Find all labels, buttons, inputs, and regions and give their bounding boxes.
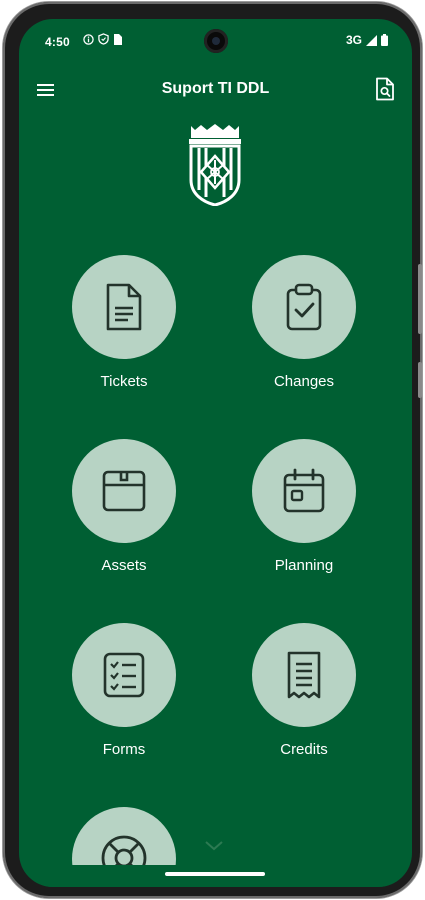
front-camera (204, 29, 228, 53)
app-screen: 4:50 3G Suport TI DDL Tickets Changes As… (19, 19, 412, 887)
tile-label: Planning (274, 557, 334, 574)
app-bar: Suport TI DDL (19, 71, 412, 111)
home-indicator[interactable] (165, 872, 265, 876)
tickets-tile[interactable]: Tickets (64, 255, 184, 390)
chevron-down-icon[interactable] (203, 839, 225, 853)
tickets-circle[interactable] (72, 255, 176, 359)
clipboard-check-icon (286, 283, 322, 331)
tile-label: Changes (273, 373, 335, 390)
assets-tile[interactable]: Assets (64, 439, 184, 574)
shield-icon (98, 33, 109, 45)
search-document-button[interactable] (370, 73, 400, 105)
calendar-icon (283, 468, 325, 513)
phone-frame: 4:50 3G Suport TI DDL Tickets Changes As… (3, 2, 422, 898)
checklist-icon (103, 652, 145, 698)
power-button (418, 362, 422, 398)
planning-tile[interactable]: Planning (244, 439, 364, 574)
tile-label: Credits (280, 741, 328, 758)
tile-label: Tickets (100, 373, 148, 390)
changes-tile[interactable]: Changes (244, 255, 364, 390)
status-bar: 4:50 3G (19, 19, 412, 63)
status-icons-left (83, 33, 122, 45)
assets-circle[interactable] (72, 439, 176, 543)
document-search-icon (376, 77, 394, 101)
changes-circle[interactable] (252, 255, 356, 359)
credits-circle[interactable] (252, 623, 356, 727)
status-time: 4:50 (45, 35, 70, 49)
coat-of-arms-logo (189, 124, 241, 206)
signal-icon (366, 34, 377, 46)
battery-icon (381, 34, 388, 46)
tile-label: Assets (101, 557, 147, 574)
info-circle-icon (83, 33, 94, 45)
sim-card-icon (114, 33, 122, 45)
receipt-icon (287, 651, 321, 699)
volume-button (418, 264, 422, 334)
network-type: 3G (345, 33, 362, 47)
document-icon (106, 283, 142, 331)
gesture-area (19, 865, 412, 887)
tile-label: Forms (102, 741, 146, 758)
forms-circle[interactable] (72, 623, 176, 727)
forms-tile[interactable]: Forms (64, 623, 184, 758)
box-icon (102, 470, 146, 512)
page-title: Suport TI DDL (161, 80, 270, 97)
planning-circle[interactable] (252, 439, 356, 543)
status-icons-right: 3G (346, 33, 388, 47)
credits-tile[interactable]: Credits (244, 623, 364, 758)
